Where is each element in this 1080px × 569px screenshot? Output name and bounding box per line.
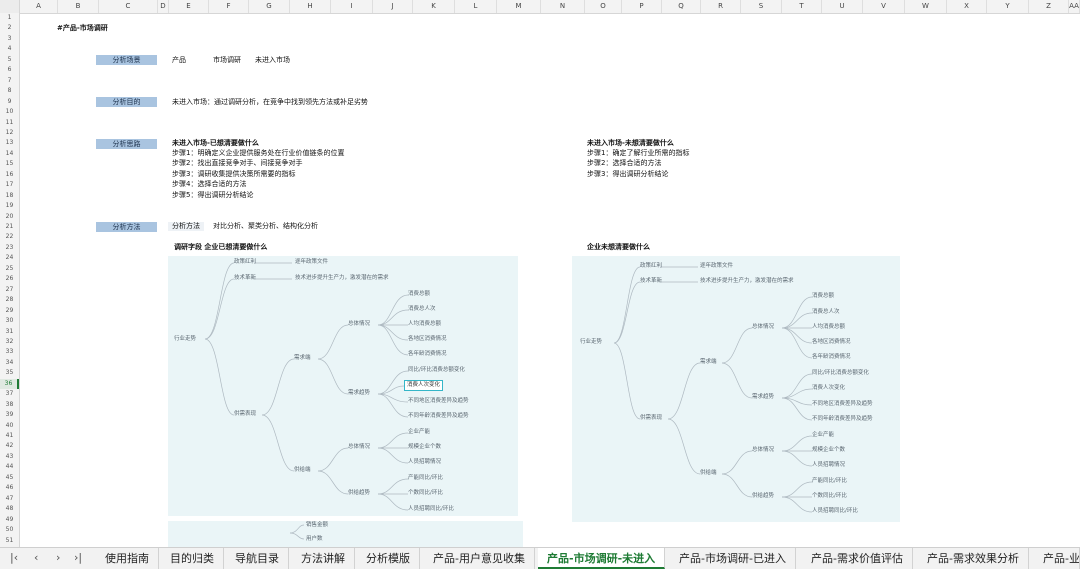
mindmap-node: 需求趋势 bbox=[752, 394, 775, 400]
mindmap-node: 供给端 bbox=[294, 467, 311, 473]
mindmap-leaf: 规模企业个数 bbox=[408, 444, 442, 450]
mindmap-leaf: 不同地区消费差异及趋势 bbox=[812, 401, 873, 407]
sheet-tab-bar: |‹ ‹ › ›| 使用指南 目的归类 导航目录 方法讲解 分析模版 产品-用户意见收集产… bbox=[0, 547, 1080, 569]
mindmap-node: 逐年政策文件 bbox=[700, 263, 734, 269]
mindmap-leaf: 各地区消费情况 bbox=[812, 339, 851, 345]
mindmap-leaf: 人员招聘情况 bbox=[408, 459, 442, 465]
mindmap-leaf: 消费人次变化 bbox=[812, 385, 846, 391]
mindmap-leaf: 产能同比/环比 bbox=[812, 478, 847, 484]
mindmap-node: 需求端 bbox=[294, 355, 311, 361]
sheet-tab[interactable]: 产品-用户意见收集 bbox=[424, 548, 535, 569]
mindmap-leaf: 各地区消费情况 bbox=[408, 336, 447, 342]
mindmap-leaf: 消费总人次 bbox=[408, 306, 436, 312]
mindmap-leaf: 个数同比/环比 bbox=[408, 490, 443, 496]
mindmap-node: 需求趋势 bbox=[348, 390, 371, 396]
mindmap-node: 总体情况 bbox=[348, 444, 371, 450]
next-sheet-icon[interactable]: › bbox=[56, 551, 60, 565]
sheet-tab[interactable]: 产品-需求效果分析 bbox=[918, 548, 1029, 569]
prev-sheet-icon[interactable]: ‹ bbox=[34, 551, 38, 565]
sheet-tab[interactable]: 产品-需求价值评估 bbox=[802, 548, 913, 569]
sheet-tab[interactable]: 产品-市场调研-未进入 bbox=[538, 548, 666, 569]
mindmap-node: 供需表现 bbox=[640, 415, 663, 421]
mindmap-node: 技术革新 bbox=[640, 278, 663, 284]
sheet-tab[interactable]: 使用指南 bbox=[96, 548, 159, 569]
mindmap-node: 逐年政策文件 bbox=[295, 259, 329, 265]
mindmap-leaf: 不同地区消费差异及趋势 bbox=[408, 398, 469, 404]
mindmap-leaf: 人均消费总额 bbox=[408, 321, 442, 327]
mindmap-leaf: 规模企业个数 bbox=[812, 447, 846, 453]
mindmap-leaf: 不同年龄消费差异及趋势 bbox=[408, 413, 469, 419]
mindmap-leaf: 人均消费总额 bbox=[812, 324, 846, 330]
sheet-tab[interactable]: 分析模版 bbox=[357, 548, 420, 569]
mindmap-leaf: 同比/环比消费总额变化 bbox=[812, 370, 869, 376]
sheet-tab[interactable]: 产品-业 bbox=[1034, 548, 1080, 569]
sheet-tab[interactable]: 方法讲解 bbox=[292, 548, 355, 569]
mindmap-node: 供给端 bbox=[700, 470, 717, 476]
mindmap-leaf: 消费总人次 bbox=[812, 309, 840, 315]
sheet-tab[interactable]: 导航目录 bbox=[226, 548, 289, 569]
mindmap-leaf: 企业产能 bbox=[408, 429, 431, 435]
mindmap-leaf: 个数同比/环比 bbox=[812, 493, 847, 499]
mindmap-connectors bbox=[204, 262, 813, 540]
sheet-tab[interactable]: 目的归类 bbox=[161, 548, 224, 569]
last-sheet-icon[interactable]: ›| bbox=[74, 551, 82, 565]
mindmap-leaf: 产能同比/环比 bbox=[408, 475, 443, 481]
mindmap-leaf: 人员招聘同比/环比 bbox=[408, 506, 454, 512]
mindmap-node: 供需表现 bbox=[234, 411, 257, 417]
mindmap-leaf: 消费总额 bbox=[812, 293, 835, 299]
mindmap-node: 技术进步提升生产力，激发潜在的需求 bbox=[700, 278, 794, 284]
mindmap-node: 技术进步提升生产力，激发潜在的需求 bbox=[295, 275, 389, 281]
mindmap-leaf: 人员招聘情况 bbox=[812, 462, 846, 468]
mindmap-node: 供给趋势 bbox=[752, 493, 775, 499]
mindmap-node: 总体情况 bbox=[752, 447, 775, 453]
mindmap-node: 行业走势 bbox=[580, 339, 603, 345]
mindmap-leaf: 人员招聘同比/环比 bbox=[812, 508, 858, 514]
mindmap-node: 政策红利 bbox=[640, 263, 663, 269]
mindmap-leaf: 不同年龄消费差异及趋势 bbox=[812, 416, 873, 422]
mindmap-node: 总体情况 bbox=[752, 324, 775, 330]
mindmap-leaf: 消费总额 bbox=[408, 291, 431, 297]
mindmap-leaf: 各年龄消费情况 bbox=[408, 351, 447, 357]
sheet-tab[interactable]: 产品-市场调研-已进入 bbox=[670, 548, 796, 569]
mindmap-node: 技术革新 bbox=[234, 275, 257, 281]
mindmap-leaf: 企业产能 bbox=[812, 432, 835, 438]
mindmap-node: 需求端 bbox=[700, 359, 717, 365]
mindmap-leaf: 同比/环比消费总额变化 bbox=[408, 367, 465, 373]
mindmap-leaf: 各年龄消费情况 bbox=[812, 354, 851, 360]
mindmap-leaf-selected[interactable]: 消费人次变化 bbox=[404, 380, 444, 391]
mindmap-node: 行业走势 bbox=[174, 336, 197, 342]
first-sheet-icon[interactable]: |‹ bbox=[10, 551, 18, 565]
mindmap-node: 政策红利 bbox=[234, 259, 257, 265]
mindmap-node: 总体情况 bbox=[348, 321, 371, 327]
mindmap-node: 供给趋势 bbox=[348, 490, 371, 496]
